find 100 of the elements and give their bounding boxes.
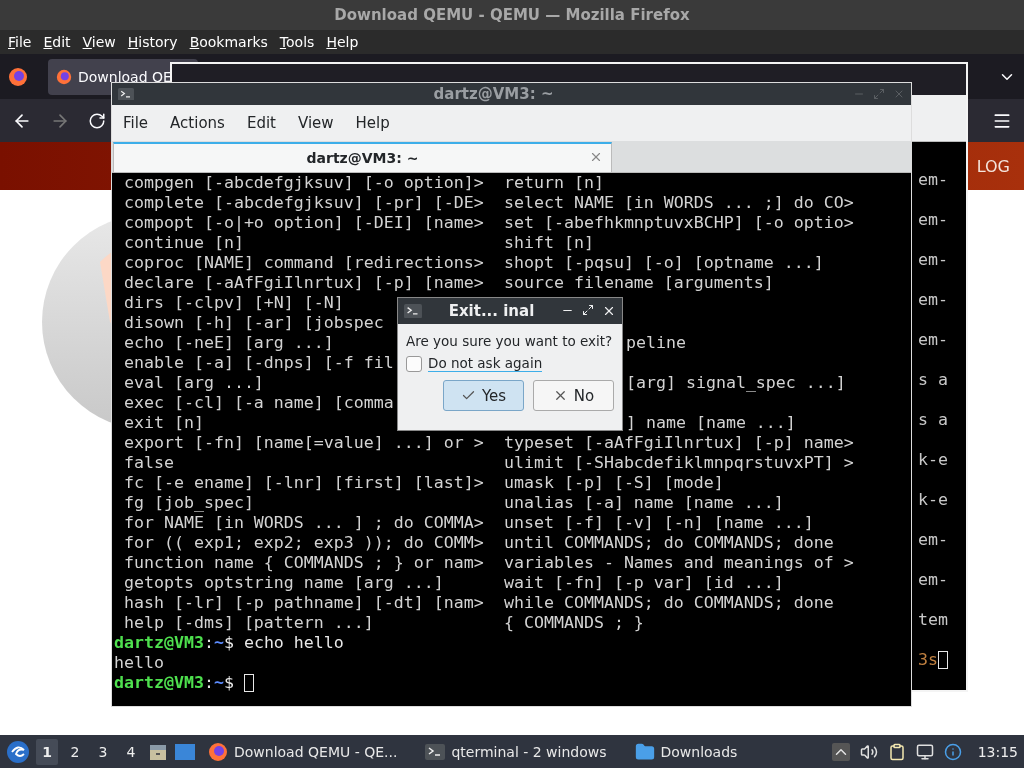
tray-expand-icon[interactable] — [831, 742, 850, 761]
terminal-line: s a — [918, 410, 948, 430]
menu-item[interactable]: Bookmarks — [183, 34, 274, 50]
yes-button[interactable]: Yes — [443, 380, 524, 411]
firefox-icon[interactable] — [8, 66, 28, 87]
menu-item[interactable]: Help — [348, 114, 397, 132]
window-title: Download QEMU - QEMU — Mozilla Firefox — [0, 0, 1024, 30]
terminal-text: hash [-lr] [-p pathname] [-dt] [nam> — [124, 593, 484, 613]
taskbar-task[interactable]: Downloads — [628, 736, 744, 767]
terminal-text: compgen [-abcdefgjksuv] [-o option]> — [124, 173, 484, 193]
terminal-text: unalias [-a] name [name ...] — [504, 493, 784, 513]
terminal-text: variables - Names and meanings of > — [504, 553, 854, 573]
terminal-text: ] name [name ...] — [626, 413, 796, 433]
terminal-text: peline — [626, 333, 686, 353]
desktop-icon[interactable] — [174, 741, 196, 762]
terminal-line: em- — [918, 530, 948, 550]
terminal-line: k-e — [918, 450, 948, 470]
workspace-button[interactable]: 4 — [120, 738, 142, 765]
volume-icon[interactable] — [859, 742, 878, 761]
terminal-text: export [-fn] [name[=value] ...] or > — [124, 433, 484, 453]
workspace-button[interactable]: 2 — [64, 738, 86, 765]
taskbar-task[interactable]: qterminal - 2 windows — [419, 736, 613, 767]
terminal-text: { COMMANDS ; } — [504, 613, 644, 633]
terminal-text: fg [job_spec] — [124, 493, 254, 513]
close-tab-icon[interactable] — [589, 150, 603, 164]
terminal-text: enable [-a] [-dnps] [-f fil — [124, 353, 394, 373]
terminal-text: help [-dms] [pattern ...] — [124, 613, 374, 633]
terminal-text: dirs [-clpv] [+N] [-N] — [124, 293, 344, 313]
terminal-line: em- — [918, 170, 948, 190]
terminal-text: exec [-cl] [-a name] [comma — [124, 393, 394, 413]
workspace-button[interactable]: 1 — [36, 738, 58, 765]
terminal-text: shopt [-pqsu] [-o] [optname ...] — [504, 253, 824, 273]
terminal-text: complete [-abcdefgjksuv] [-pr] [-DE> — [124, 193, 484, 213]
reload-icon[interactable] — [88, 111, 106, 130]
workspace-button[interactable]: 3 — [92, 738, 114, 765]
checkbox-label[interactable]: Do not ask again — [428, 355, 543, 372]
terminal-icon — [425, 743, 446, 760]
terminal-line: s a — [918, 370, 948, 390]
terminal-text: continue [n] — [124, 233, 244, 253]
terminal-text: for NAME [in WORDS ... ] ; do COMMA> — [124, 513, 484, 533]
dialog-title: Exit... inal — [447, 302, 536, 320]
folder-icon — [634, 741, 655, 762]
clipboard-icon[interactable] — [887, 742, 906, 761]
menu-item[interactable]: Edit — [37, 34, 77, 50]
terminal-text: false — [124, 453, 174, 473]
cursor — [938, 651, 948, 669]
terminal-line: tem — [918, 610, 948, 630]
menu-item[interactable]: Edit — [239, 114, 283, 132]
banner-link[interactable]: LOG — [976, 156, 1010, 176]
clock: 13:15 — [977, 743, 1018, 760]
terminal-text: for (( exp1; exp2; exp3 )); do COMM> — [124, 533, 484, 553]
firefox-icon[interactable] — [208, 741, 228, 762]
terminal-text: unset [-f] [-v] [-n] [name ...] — [504, 513, 814, 533]
no-button[interactable]: No — [533, 380, 614, 411]
prompt-line: dartz@VM3:~$ — [114, 673, 911, 693]
terminal-text: wait [-fn] [-p var] [id ...] — [504, 573, 784, 593]
terminal-text: echo [-neE] [arg ...] — [124, 333, 334, 353]
terminal-text: ulimit [-SHabcdefiklmnpqrstuvxPT] > — [504, 453, 854, 473]
notification-icon[interactable] — [943, 742, 962, 761]
menu-item[interactable]: View — [76, 34, 122, 50]
menu-item[interactable]: History — [121, 34, 184, 50]
firefox-icon[interactable] — [56, 68, 72, 85]
terminal-line: em- — [918, 290, 948, 310]
menu-item[interactable]: File — [2, 34, 38, 50]
terminal-text: disown [-h] [-ar] [jobspec — [124, 313, 384, 333]
output-line: hello — [114, 653, 165, 673]
terminal-text: return [n] — [504, 173, 604, 193]
menu-item[interactable]: File — [116, 114, 156, 132]
close-icon[interactable] — [602, 304, 616, 318]
terminal-tab[interactable]: dartz@VM3: ~ — [113, 142, 612, 172]
maximize-icon[interactable] — [582, 304, 594, 316]
app-icon — [404, 303, 422, 319]
terminal-text: [arg] signal_spec ...] — [626, 373, 846, 393]
menu-item[interactable]: Help — [320, 34, 365, 50]
terminal-text: while COMMANDS; do COMMANDS; done — [504, 593, 834, 613]
menu-item[interactable]: View — [290, 114, 341, 132]
terminal-text: select NAME [in WORDS ... ;] do CO> — [504, 193, 854, 213]
terminal-line: em- — [918, 570, 948, 590]
terminal-text: fc [-e ename] [-lnr] [first] [last]> — [124, 473, 484, 493]
menu-item[interactable]: Tools — [273, 34, 321, 50]
terminal-line: 3s — [918, 650, 948, 670]
terminal-text: eval [arg ...] — [124, 373, 264, 393]
terminal-text: declare [-aAfFgiIlnrtux] [-p] [name> — [124, 273, 484, 293]
terminal-line: k-e — [918, 490, 948, 510]
terminal-line: em- — [918, 210, 948, 230]
start-menu-icon[interactable] — [6, 739, 30, 764]
app-icon — [118, 87, 134, 101]
terminal-text: shift [n] — [504, 233, 594, 253]
menu-item[interactable]: Actions — [163, 114, 232, 132]
terminal-text: function name { COMMANDS ; } or nam> — [124, 553, 484, 573]
terminal-text: set [-abefhkmnptuvxBCHP] [-o optio> — [504, 213, 854, 233]
terminal-line: em- — [918, 250, 948, 270]
taskbar-task[interactable]: Download QEMU - QE... — [202, 736, 404, 767]
checkbox[interactable] — [406, 355, 422, 372]
terminal-text: until COMMANDS; do COMMANDS; done — [504, 533, 834, 553]
terminal-text: umask [-p] [-S] [mode] — [504, 473, 724, 493]
terminal-text: compopt [-o|+o option] [-DEI] [name> — [124, 213, 484, 233]
network-icon[interactable] — [915, 742, 934, 761]
terminal-text: typeset [-aAfFgiIlnrtux] [-p] name> — [504, 433, 854, 453]
terminal-text: source filename [arguments] — [504, 273, 774, 293]
